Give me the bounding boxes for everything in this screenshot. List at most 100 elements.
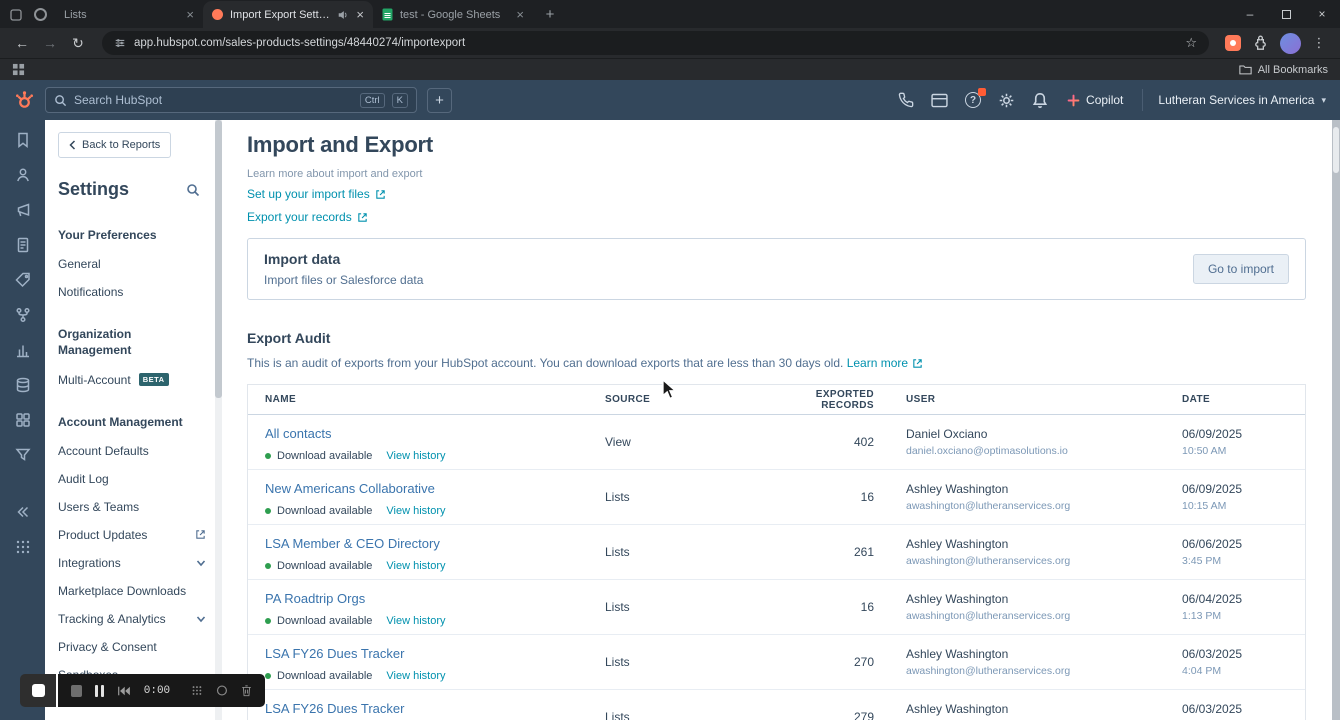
export-name-link[interactable]: LSA Member & CEO Directory [265, 536, 440, 551]
export-name-link[interactable]: All contacts [265, 426, 331, 441]
settings-button[interactable] [998, 92, 1015, 109]
reporting-icon[interactable] [14, 341, 32, 359]
record-indicator-icon[interactable] [34, 8, 47, 21]
browser-menu-icon[interactable]: ⋮ [1312, 35, 1326, 51]
bookmark-icon[interactable] [14, 131, 32, 149]
data-management-icon[interactable] [14, 376, 32, 394]
sidebar-item-privacy-consent[interactable]: Privacy & Consent [58, 640, 206, 654]
column-header-user[interactable]: USER [874, 394, 1159, 405]
account-menu[interactable]: Lutheran Services in America ▾ [1142, 89, 1326, 111]
view-history-link[interactable]: View history [386, 560, 445, 572]
sidebar-item-account-defaults[interactable]: Account Defaults [58, 444, 206, 458]
sidebar-scrollbar-thumb[interactable] [215, 120, 222, 398]
view-history-link[interactable]: View history [386, 505, 445, 517]
view-history-link[interactable]: View history [386, 615, 445, 627]
extensions-puzzle-icon[interactable] [1252, 35, 1269, 52]
screen: Lists × Import Export Settings × test - … [0, 0, 1340, 720]
tab-import-export-settings[interactable]: Import Export Settings × [203, 1, 373, 28]
export-records-link[interactable]: Export your records [247, 210, 368, 224]
sidebar-item-notifications[interactable]: Notifications [58, 285, 206, 299]
export-name-link[interactable]: PA Roadtrip Orgs [265, 591, 365, 606]
sidebar-item-general[interactable]: General [58, 257, 206, 271]
sidebar-item-tracking-analytics[interactable]: Tracking & Analytics [58, 612, 206, 626]
left-nav-rail [0, 120, 45, 720]
stop-recording-button[interactable] [20, 674, 56, 707]
settings-search-icon[interactable] [186, 183, 200, 197]
phone-icon [898, 92, 914, 108]
hubspot-logo[interactable] [14, 90, 35, 111]
drag-handle-icon[interactable] [191, 684, 203, 697]
table-row: All contacts Download available View hist… [248, 415, 1305, 470]
notifications-button[interactable] [1032, 92, 1048, 109]
refresh-button[interactable]: ↻ [66, 35, 90, 52]
window-close-button[interactable]: × [1304, 0, 1340, 28]
setup-import-files-link[interactable]: Set up your import files [247, 187, 386, 201]
contacts-icon[interactable] [14, 166, 32, 184]
go-to-import-button[interactable]: Go to import [1192, 254, 1289, 284]
export-name-link[interactable]: New Americans Collaborative [265, 481, 435, 496]
search-input[interactable]: Search HubSpot Ctrl K [45, 87, 417, 113]
marketplace-button[interactable] [931, 93, 948, 108]
tab-close-icon[interactable]: × [516, 8, 524, 21]
tab-lists[interactable]: Lists × [55, 1, 203, 28]
apps-grid-icon[interactable] [12, 63, 25, 76]
tab-google-sheets[interactable]: test - Google Sheets × [373, 1, 533, 28]
learn-more-link[interactable]: Learn more [847, 356, 923, 370]
sidebar-item-marketplace-downloads[interactable]: Marketplace Downloads [58, 584, 206, 598]
column-header-name[interactable]: NAME [248, 394, 603, 405]
collapse-nav-icon[interactable] [14, 503, 32, 521]
library-icon[interactable] [14, 411, 32, 429]
page-scrollbar[interactable] [1332, 120, 1340, 720]
discard-recording-button[interactable] [241, 684, 252, 698]
column-header-exported-records[interactable]: EXPORTED RECORDS [771, 389, 874, 411]
url-text[interactable]: app.hubspot.com/sales-products-settings/… [134, 37, 1177, 49]
user-email: awashington@lutheranservices.org [906, 665, 1071, 677]
window-minimize-button[interactable]: – [1232, 0, 1268, 28]
content-icon[interactable] [14, 236, 32, 254]
tab-close-icon[interactable]: × [186, 8, 194, 21]
back-button[interactable]: ← [10, 35, 34, 51]
export-name-link[interactable]: LSA FY26 Dues Tracker [265, 646, 404, 661]
forward-button[interactable]: → [38, 35, 62, 51]
new-tab-button[interactable]: + [537, 1, 563, 27]
calling-button[interactable] [898, 92, 914, 108]
marketing-icon[interactable] [14, 201, 32, 219]
view-history-link[interactable]: View history [386, 670, 445, 682]
rewind-button[interactable] [117, 685, 131, 697]
export-name-link[interactable]: LSA FY26 Dues Tracker [265, 701, 404, 716]
copilot-button[interactable]: Copilot [1065, 93, 1125, 107]
automations-icon[interactable] [14, 306, 32, 324]
export-audit-description: This is an audit of exports from your Hu… [247, 356, 1306, 370]
column-header-source[interactable]: SOURCE [603, 394, 771, 405]
browser-profile-avatar[interactable] [1280, 32, 1301, 54]
workspace-grid-icon[interactable] [14, 538, 32, 556]
sidebar-item-integrations[interactable]: Integrations [58, 556, 206, 570]
sidebar-scrollbar[interactable] [215, 120, 222, 720]
help-button[interactable]: ? [965, 88, 987, 108]
import-data-card: Import data Import files or Salesforce d… [247, 238, 1306, 300]
commerce-icon[interactable] [14, 271, 32, 289]
sidebar-item-users-teams[interactable]: Users & Teams [58, 500, 206, 514]
window-maximize-button[interactable] [1268, 0, 1304, 28]
sidebar-item-multi-account[interactable]: Multi-Account BETA [58, 373, 206, 387]
window-menu-icon[interactable] [10, 8, 22, 21]
export-time: 3:45 PM [1182, 555, 1222, 567]
quick-create-button[interactable]: + [427, 87, 452, 113]
hubspot-extension-icon[interactable] [1225, 35, 1241, 51]
sidebar-item-product-updates[interactable]: Product Updates [58, 528, 206, 542]
page-scrollbar-thumb[interactable] [1333, 127, 1339, 173]
column-header-date[interactable]: DATE [1159, 394, 1305, 405]
back-to-reports-button[interactable]: Back to Reports [58, 132, 172, 158]
tab-audio-icon[interactable] [337, 9, 349, 21]
tab-close-icon[interactable]: × [356, 8, 364, 21]
bookmark-star-icon[interactable]: ☆ [1185, 35, 1197, 51]
site-info-icon[interactable] [114, 37, 126, 49]
sidebar-item-audit-log[interactable]: Audit Log [58, 472, 206, 486]
address-bar[interactable]: app.hubspot.com/sales-products-settings/… [102, 31, 1209, 55]
view-history-link[interactable]: View history [386, 450, 445, 462]
cursor-highlight-toggle[interactable] [216, 684, 228, 697]
all-bookmarks-button[interactable]: All Bookmarks [1239, 64, 1328, 76]
recorder-stop-icon[interactable] [71, 684, 82, 697]
funnel-icon[interactable] [14, 446, 32, 464]
pause-button[interactable] [95, 684, 104, 697]
